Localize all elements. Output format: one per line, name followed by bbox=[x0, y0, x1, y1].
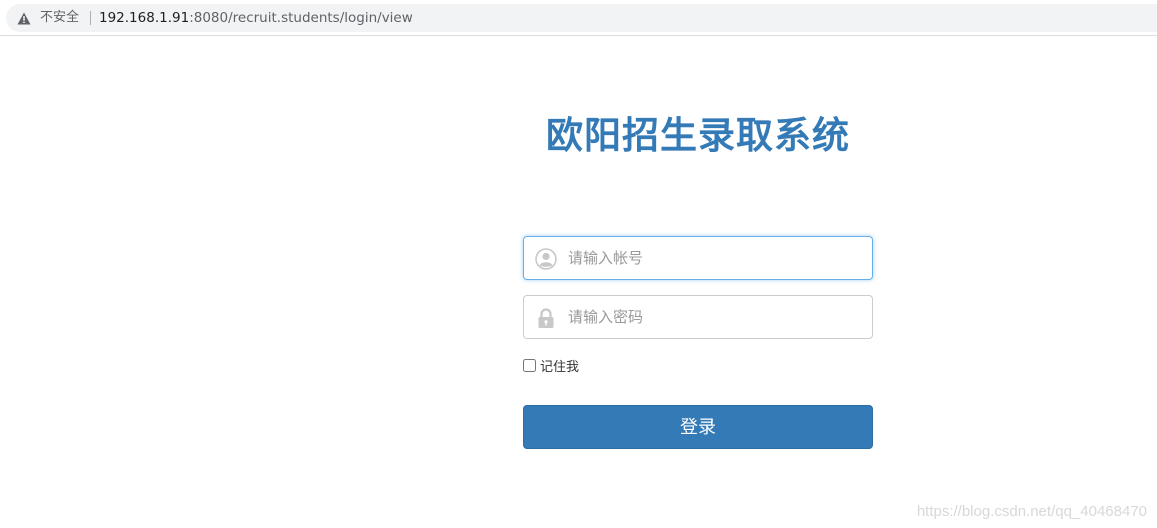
page-title: 欧阳招生录取系统 bbox=[546, 114, 850, 157]
watermark: https://blog.csdn.net/qq_40468470 bbox=[916, 503, 1147, 520]
username-field[interactable] bbox=[523, 236, 873, 280]
login-button[interactable]: 登录 bbox=[523, 405, 873, 449]
omnibox-divider bbox=[90, 11, 91, 25]
omnibox[interactable]: 不安全 192.168.1.91:8080/recruit.students/l… bbox=[6, 4, 1157, 32]
url-text[interactable]: 192.168.1.91:8080/recruit.students/login… bbox=[99, 10, 413, 26]
security-status-label[interactable]: 不安全 bbox=[40, 10, 79, 26]
warning-triangle-icon[interactable] bbox=[17, 12, 31, 25]
browser-address-bar: 不安全 192.168.1.91:8080/recruit.students/l… bbox=[0, 0, 1157, 36]
password-input[interactable] bbox=[568, 296, 864, 338]
password-field[interactable] bbox=[523, 295, 873, 339]
remember-me[interactable]: 记住我 bbox=[523, 356, 580, 375]
user-icon bbox=[535, 248, 557, 270]
url-host: 192.168.1.91 bbox=[99, 10, 190, 26]
url-path: :8080/recruit.students/login/view bbox=[189, 10, 413, 26]
username-input[interactable] bbox=[568, 237, 864, 279]
remember-me-checkbox[interactable] bbox=[523, 358, 536, 372]
remember-me-label: 记住我 bbox=[540, 359, 580, 375]
lock-icon bbox=[538, 308, 554, 328]
